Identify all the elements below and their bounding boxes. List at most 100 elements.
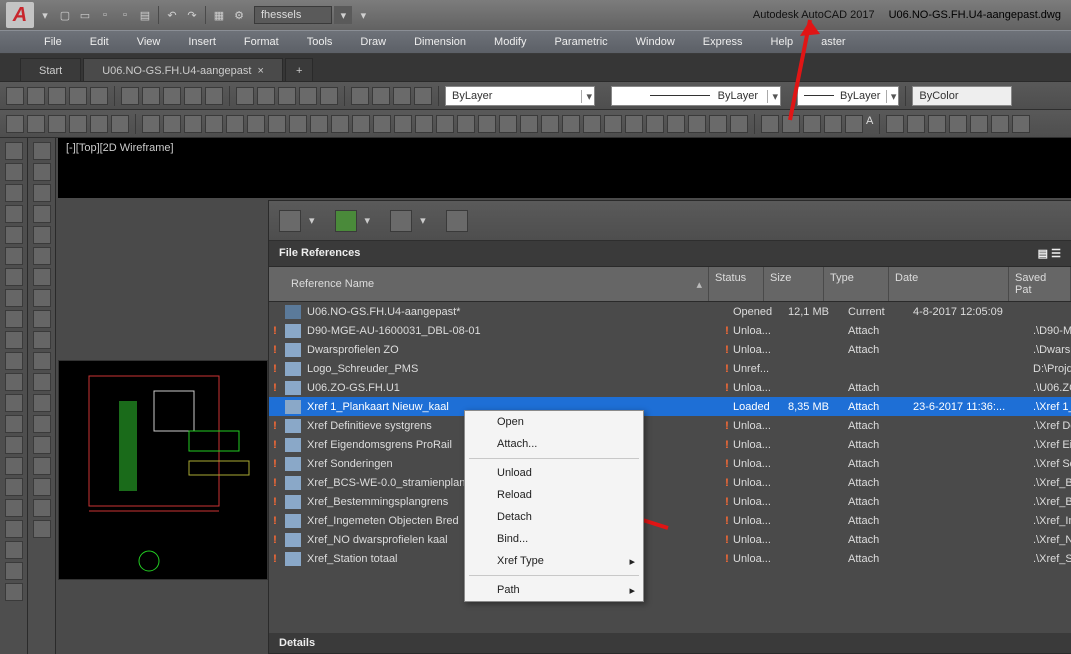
- xref-row[interactable]: Xref 1_Plankaart Nieuw_kaalLoaded8,35 MB…: [269, 397, 1071, 416]
- tb2-icon[interactable]: [1012, 115, 1030, 133]
- tb1-icon[interactable]: [351, 87, 369, 105]
- modify-tool-icon[interactable]: [33, 499, 51, 517]
- menu-file[interactable]: File: [44, 36, 62, 48]
- draw-tool-icon[interactable]: [5, 541, 23, 559]
- viewport-label[interactable]: [-][Top][2D Wireframe]: [66, 142, 174, 154]
- xref-row[interactable]: !Xref Eigendomsgrens ProRail!Unloa...Att…: [269, 435, 1071, 454]
- modify-tool-icon[interactable]: [33, 184, 51, 202]
- tree-view-icon[interactable]: ☰: [1051, 248, 1061, 260]
- menu-insert[interactable]: Insert: [188, 36, 216, 48]
- chevron-down-icon[interactable]: ▾: [420, 214, 426, 227]
- chevron-down-icon[interactable]: ▾: [309, 214, 315, 227]
- xref-row[interactable]: !Xref_BCS-WE-0.0_stramienplan!Unloa...At…: [269, 473, 1071, 492]
- tb2-icon[interactable]: [970, 115, 988, 133]
- tb2-icon[interactable]: [949, 115, 967, 133]
- modify-tool-icon[interactable]: [33, 226, 51, 244]
- tb2-icon[interactable]: [646, 115, 664, 133]
- menu-format[interactable]: Format: [244, 36, 279, 48]
- tb2-icon[interactable]: [247, 115, 265, 133]
- ctx-bind[interactable]: Bind...: [465, 528, 643, 550]
- open-icon[interactable]: ▭: [76, 6, 94, 24]
- xref-row[interactable]: !Dwarsprofielen ZO!Unloa...Attach.\Dwars…: [269, 340, 1071, 359]
- tab-close-icon[interactable]: ×: [258, 65, 264, 77]
- xref-row[interactable]: !Xref_Bestemmingsplangrens!Unloa...Attac…: [269, 492, 1071, 511]
- col-date[interactable]: Date: [889, 267, 1009, 301]
- tb1-icon[interactable]: [121, 87, 139, 105]
- tb2-icon[interactable]: [478, 115, 496, 133]
- tb1-icon[interactable]: [414, 87, 432, 105]
- tb1-icon[interactable]: [205, 87, 223, 105]
- tb2-icon[interactable]: [142, 115, 160, 133]
- draw-tool-icon[interactable]: [5, 562, 23, 580]
- xref-row[interactable]: !D90-MGE-AU-1600031_DBL-08-01!Unloa...At…: [269, 321, 1071, 340]
- tb2-icon[interactable]: [436, 115, 454, 133]
- qat-dd-icon[interactable]: ▾: [36, 6, 54, 24]
- draw-tool-icon[interactable]: [5, 436, 23, 454]
- modify-tool-icon[interactable]: [33, 478, 51, 496]
- tb2-icon[interactable]: [457, 115, 475, 133]
- minimize-ribbon-icon[interactable]: ▾: [354, 6, 372, 24]
- username-field[interactable]: fhessels: [254, 6, 332, 24]
- modify-tool-icon[interactable]: [33, 415, 51, 433]
- saveas-icon[interactable]: ▫: [116, 6, 134, 24]
- menu-view[interactable]: View: [137, 36, 161, 48]
- draw-tool-icon[interactable]: [5, 457, 23, 475]
- plot-icon[interactable]: ▤: [136, 6, 154, 24]
- tb1-icon[interactable]: [393, 87, 411, 105]
- tb2-icon[interactable]: [782, 115, 800, 133]
- xref-details-header[interactable]: Details: [269, 633, 1071, 653]
- redo-icon[interactable]: ↷: [183, 6, 201, 24]
- tb2-icon[interactable]: [761, 115, 779, 133]
- modify-tool-icon[interactable]: [33, 373, 51, 391]
- draw-tool-icon[interactable]: [5, 268, 23, 286]
- draw-tool-icon[interactable]: [5, 163, 23, 181]
- modify-tool-icon[interactable]: [33, 289, 51, 307]
- layer-combo[interactable]: ByLayer▾: [445, 86, 595, 106]
- draw-tool-icon[interactable]: [5, 184, 23, 202]
- save-icon[interactable]: ▫: [96, 6, 114, 24]
- xref-row[interactable]: !Xref_Ingemeten Objecten Bred!Unloa...At…: [269, 511, 1071, 530]
- tb2-icon[interactable]: [688, 115, 706, 133]
- modify-tool-icon[interactable]: [33, 142, 51, 160]
- ctx-xreftype[interactable]: Xref Type▸: [465, 550, 643, 572]
- modify-tool-icon[interactable]: [33, 310, 51, 328]
- draw-tool-icon[interactable]: [5, 373, 23, 391]
- menu-raster[interactable]: aster: [821, 36, 845, 48]
- col-status[interactable]: Status: [709, 267, 764, 301]
- change-path-icon[interactable]: [390, 210, 412, 232]
- tb1-icon[interactable]: [163, 87, 181, 105]
- tb1-icon[interactable]: [27, 87, 45, 105]
- tb1-icon[interactable]: [372, 87, 390, 105]
- modify-tool-icon[interactable]: [33, 205, 51, 223]
- modify-tool-icon[interactable]: [33, 352, 51, 370]
- color-combo[interactable]: ByColor: [912, 86, 1012, 106]
- tb2-icon[interactable]: [6, 115, 24, 133]
- xref-row[interactable]: !Xref_NO dwarsprofielen kaal!Unloa...Att…: [269, 530, 1071, 549]
- chevron-down-icon[interactable]: ▾: [365, 214, 371, 227]
- draw-tool-icon[interactable]: [5, 247, 23, 265]
- tb2-icon[interactable]: [289, 115, 307, 133]
- tb2-icon[interactable]: [111, 115, 129, 133]
- tb2-icon[interactable]: [824, 115, 842, 133]
- tb2-icon[interactable]: [331, 115, 349, 133]
- linetype-combo[interactable]: ByLayer▾: [611, 86, 781, 106]
- menu-window[interactable]: Window: [636, 36, 675, 48]
- draw-tool-icon[interactable]: [5, 205, 23, 223]
- tab-document[interactable]: U06.NO-GS.FH.U4-aangepast ×: [83, 58, 283, 81]
- tb1-icon[interactable]: [69, 87, 87, 105]
- col-size[interactable]: Size: [764, 267, 824, 301]
- tb2-icon[interactable]: [499, 115, 517, 133]
- tb1-icon[interactable]: [90, 87, 108, 105]
- tb2-icon[interactable]: [205, 115, 223, 133]
- xref-row[interactable]: !U06.ZO-GS.FH.U1!Unloa...Attach.\U06.ZO: [269, 378, 1071, 397]
- menu-tools[interactable]: Tools: [307, 36, 333, 48]
- tb2-icon[interactable]: [268, 115, 286, 133]
- draw-tool-icon[interactable]: [5, 520, 23, 538]
- tb2-icon[interactable]: [27, 115, 45, 133]
- list-view-icon[interactable]: ▤: [1038, 248, 1048, 260]
- ctx-unload[interactable]: Unload: [465, 462, 643, 484]
- drawing-thumbnail[interactable]: [58, 360, 268, 580]
- modify-tool-icon[interactable]: [33, 247, 51, 265]
- draw-tool-icon[interactable]: [5, 478, 23, 496]
- tb2-icon[interactable]: [991, 115, 1009, 133]
